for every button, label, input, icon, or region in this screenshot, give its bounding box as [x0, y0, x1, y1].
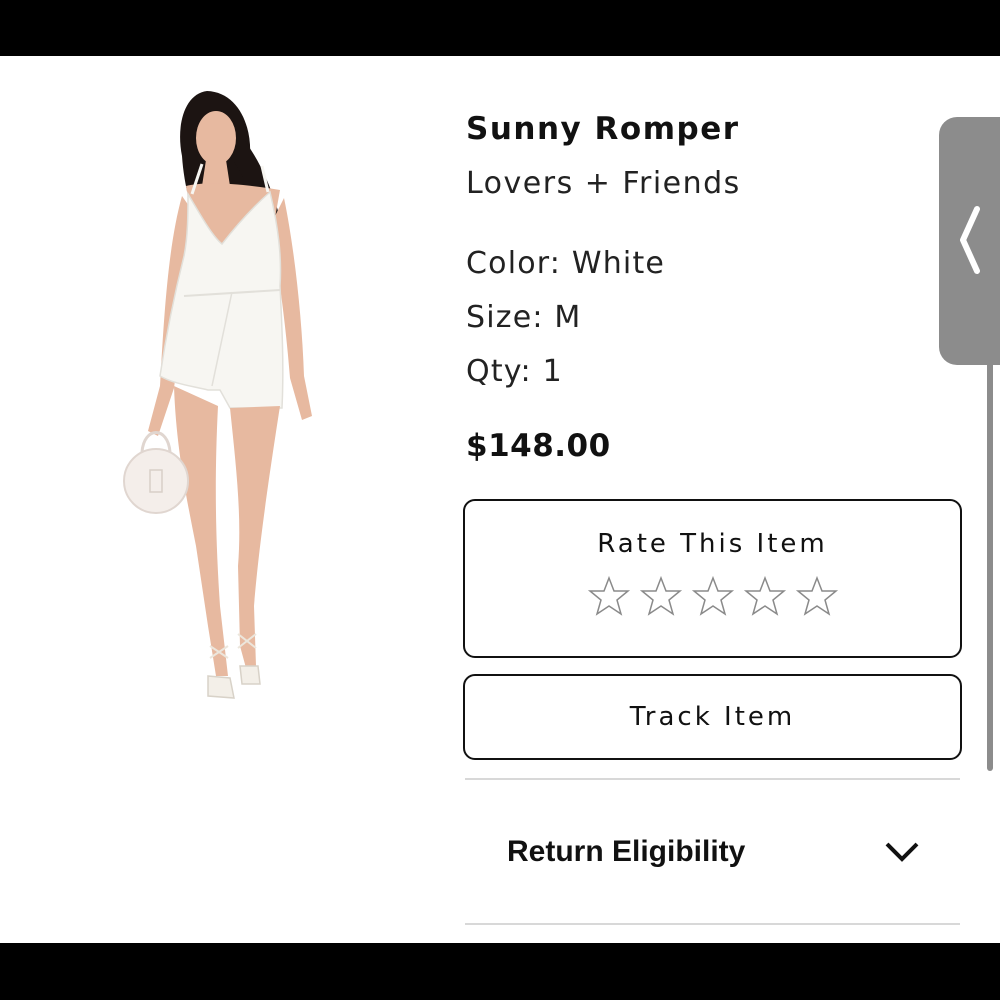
product-size: Size: M	[466, 300, 582, 335]
rate-item-card: Rate This Item	[463, 499, 962, 658]
return-eligibility-toggle[interactable]: Return Eligibility	[465, 814, 960, 890]
chevron-down-icon	[885, 842, 919, 862]
product-name: Sunny Romper	[466, 111, 740, 147]
top-letterbox-bar	[0, 0, 1000, 56]
product-price: $148.00	[466, 428, 611, 464]
return-eligibility-label: Return Eligibility	[507, 835, 746, 868]
order-item-screen: Sunny Romper Lovers + Friends Color: Whi…	[0, 56, 1000, 943]
star-outline-icon[interactable]	[743, 575, 787, 619]
chevron-left-icon	[960, 206, 980, 274]
product-brand: Lovers + Friends	[466, 166, 741, 201]
star-outline-icon[interactable]	[795, 575, 839, 619]
divider	[465, 923, 960, 925]
track-item-label: Track Item	[629, 702, 796, 732]
star-outline-icon[interactable]	[639, 575, 683, 619]
star-rating	[465, 575, 960, 619]
side-panel-handle[interactable]	[939, 117, 1000, 365]
product-quantity: Qty: 1	[466, 354, 563, 389]
track-item-button[interactable]: Track Item	[463, 674, 962, 760]
divider	[465, 778, 960, 780]
rate-item-title: Rate This Item	[597, 529, 828, 559]
product-image	[123, 91, 312, 699]
bottom-letterbox-bar	[0, 943, 1000, 1000]
product-color: Color: White	[466, 246, 666, 281]
star-outline-icon[interactable]	[691, 575, 735, 619]
side-handle-rail	[987, 361, 993, 771]
star-outline-icon[interactable]	[587, 575, 631, 619]
